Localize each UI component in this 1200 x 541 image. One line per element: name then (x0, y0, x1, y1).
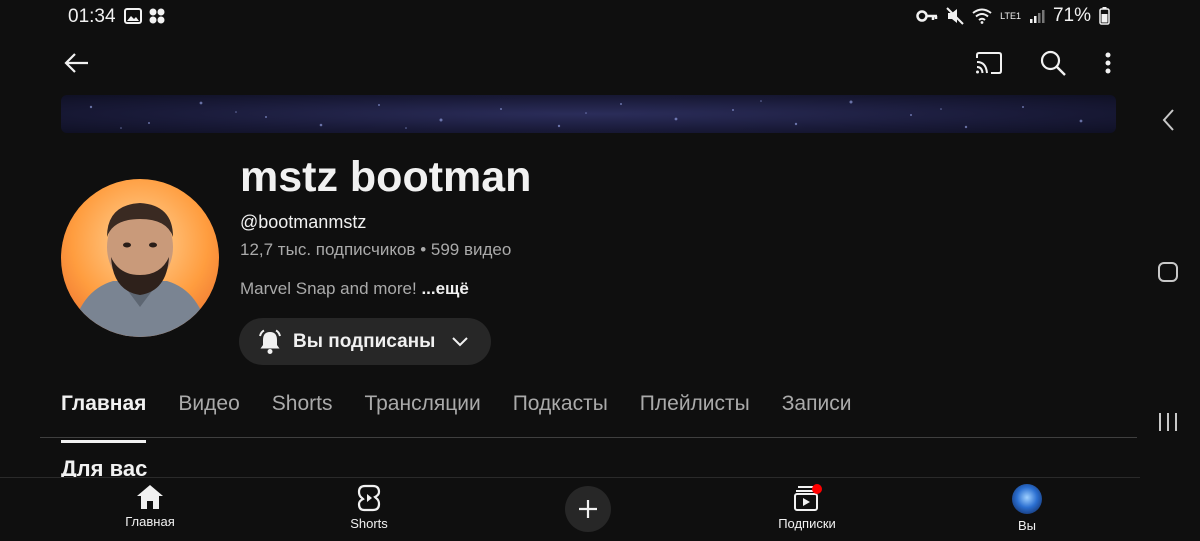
home-square-icon (1158, 262, 1178, 282)
back-button[interactable] (55, 41, 99, 85)
status-right-icons: LTE1 71% (916, 5, 1110, 27)
nav-you[interactable]: Вы (967, 484, 1087, 533)
search-icon (1040, 50, 1066, 76)
status-left-icons (124, 7, 166, 25)
plus-icon (579, 500, 597, 518)
home-icon (137, 485, 163, 509)
more-vert-icon (1105, 52, 1111, 74)
chevron-down-icon (452, 336, 469, 346)
subscribed-button[interactable]: Вы подписаны (239, 318, 491, 365)
nav-home-label: Главная (125, 514, 175, 529)
recents-icon (1159, 413, 1177, 431)
channel-banner (61, 95, 1116, 133)
signal-icon (1029, 10, 1045, 23)
key-icon (916, 10, 938, 22)
wifi-icon (972, 8, 992, 24)
channel-stats: 12,7 тыс. подписчиков • 599 видео (240, 240, 511, 260)
channel-description[interactable]: Marvel Snap and more! ...ещё (240, 279, 469, 299)
create-button[interactable] (565, 486, 611, 532)
tab-divider (40, 437, 1137, 438)
user-avatar (1012, 484, 1042, 514)
nav-shorts[interactable]: Shorts (309, 484, 429, 531)
nav-shorts-label: Shorts (350, 516, 388, 531)
nav-subscriptions[interactable]: Подписки (747, 484, 867, 531)
subscribed-label: Вы подписаны (293, 330, 436, 352)
battery-icon (1099, 7, 1110, 25)
cast-icon (976, 52, 1002, 74)
nav-you-label: Вы (1017, 518, 1036, 533)
channel-tabs: Главная Видео Shorts Трансляции Подкасты… (61, 392, 883, 443)
mute-icon (946, 7, 964, 25)
description-text: Marvel Snap and more! (240, 279, 417, 298)
tab-playlists[interactable]: Плейлисты (640, 392, 750, 430)
gallery-icon (124, 8, 142, 24)
channel-handle: @bootmanmstz (240, 212, 367, 232)
avatar-portrait (71, 203, 209, 337)
system-back-button[interactable] (1152, 104, 1184, 136)
nav-subscriptions-label: Подписки (778, 516, 836, 531)
arrow-left-icon (64, 53, 88, 73)
bell-icon (259, 329, 281, 354)
more-link[interactable]: ...ещё (421, 279, 468, 298)
nav-home[interactable]: Главная (90, 484, 210, 529)
shorts-icon (357, 484, 381, 512)
network-label: LTE1 (1000, 10, 1021, 21)
tab-posts[interactable]: Записи (782, 392, 852, 430)
system-home-button[interactable] (1152, 256, 1184, 288)
subscriber-count: 12,7 тыс. подписчиков (240, 240, 416, 259)
search-button[interactable] (1031, 41, 1075, 85)
system-recents-button[interactable] (1152, 406, 1184, 438)
tab-live[interactable]: Трансляции (364, 392, 480, 430)
tab-videos[interactable]: Видео (178, 392, 239, 430)
chevron-left-icon (1162, 109, 1174, 131)
stats-separator: • (420, 240, 427, 259)
starfield-image (89, 100, 1083, 129)
tab-podcasts[interactable]: Подкасты (513, 392, 608, 430)
tab-home[interactable]: Главная (61, 392, 147, 443)
cast-button[interactable] (967, 41, 1011, 85)
channel-avatar[interactable] (61, 179, 219, 337)
channel-name: mstz bootman (240, 153, 532, 201)
tab-shorts[interactable]: Shorts (272, 392, 333, 430)
more-options-button[interactable] (1086, 41, 1130, 85)
video-count: 599 видео (430, 240, 512, 259)
notification-dot (812, 484, 822, 494)
flower-app-icon (149, 8, 165, 24)
battery-percent: 71% (1052, 5, 1091, 26)
status-time: 01:34 (68, 6, 116, 27)
